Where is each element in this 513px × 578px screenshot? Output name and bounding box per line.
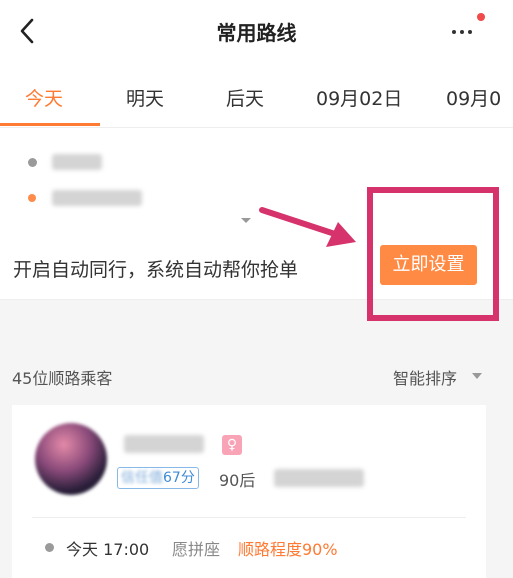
seat-type: 愿拼座 (172, 540, 221, 559)
page-title: 常用路线 (216, 21, 297, 45)
top-bar: 常用路线 (0, 0, 513, 62)
sort-dropdown[interactable]: 智能排序 (393, 365, 457, 389)
notification-dot (477, 13, 485, 21)
passenger-count: 45位顺路乘客 (12, 369, 113, 388)
credit-score-badge: 信任值67分 (117, 467, 199, 489)
divider (32, 517, 466, 518)
active-tab-indicator (0, 123, 100, 126)
route-summary[interactable] (0, 128, 513, 228)
auto-share-text: 开启自动同行，系统自动帮你抢单 (13, 259, 299, 281)
sort-caret-icon[interactable] (472, 373, 482, 379)
blurred-passenger-info (274, 469, 364, 487)
route-match: 顺路程度90% (238, 540, 338, 559)
tab-date-next[interactable]: 09月0 (446, 84, 501, 111)
tab-today[interactable]: 今天 (25, 84, 63, 111)
credit-score-value: 67分 (163, 470, 195, 486)
blurred-route-time (52, 154, 102, 170)
age-label: 90后 (219, 471, 256, 490)
set-now-button[interactable]: 立即设置 (380, 245, 477, 285)
more-menu-icon[interactable] (450, 13, 485, 42)
origin-dot-icon (28, 194, 36, 202)
avatar[interactable] (35, 423, 107, 495)
trip-time: 今天 17:00 (66, 540, 150, 559)
female-icon: ♀ (222, 435, 242, 455)
tab-day-after-tomorrow[interactable]: 后天 (226, 84, 264, 111)
blurred-passenger-name (124, 435, 204, 453)
chevron-down-icon[interactable] (241, 218, 251, 223)
tab-tomorrow[interactable]: 明天 (126, 84, 164, 111)
passenger-card[interactable]: ♀ 信任值67分 90后 今天 17:00 愿拼座 顺路程度90% (12, 405, 486, 578)
auto-share-banner: 开启自动同行，系统自动帮你抢单 立即设置 (0, 228, 513, 300)
clock-icon (45, 543, 54, 552)
blurred-route-origin (52, 190, 142, 206)
date-tabs: 今天 明天 后天 09月02日 09月0 (0, 72, 513, 128)
clock-icon (28, 158, 37, 167)
tab-date-0902[interactable]: 09月02日 (316, 84, 402, 111)
